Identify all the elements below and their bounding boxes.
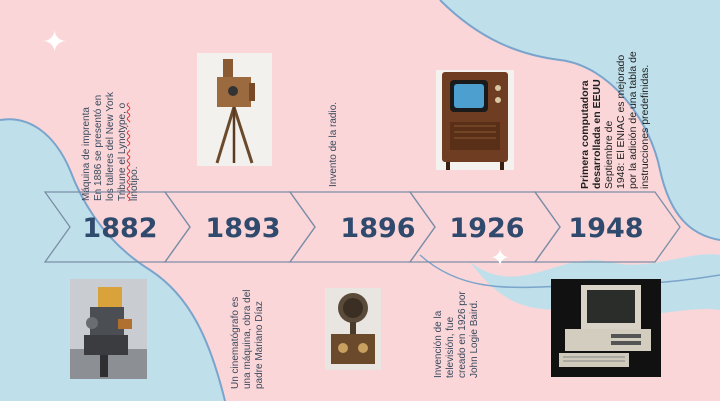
event-1948-text: Primera computadora desarrollada en EEUU… [579,51,651,189]
cinematograph-photo [197,53,272,166]
sparkle-icon: ✦ [42,26,68,59]
computer-photo [551,279,661,377]
television-photo [436,70,514,170]
year-1882: 1882 [82,213,157,244]
year-1896: 1896 [340,213,415,244]
radio-photo [325,288,381,370]
linotype-photo [70,279,147,379]
year-1926: 1926 [449,213,524,244]
sparkle-icon: ✦ [490,245,511,272]
year-1893: 1893 [205,213,280,244]
year-1948: 1948 [568,213,643,244]
event-1926-text: Invención de la televisión, fue creado e… [433,291,480,378]
event-1893-text: Un cinematógrafo es una máquina, obra de… [230,289,265,389]
event-1896-text: Invento de la radio. [328,101,339,187]
timeline-slide: 1882 1893 1896 1926 1948 ✦ ✦ Máquina de … [0,0,720,401]
event-1882-text: Máquina de imprenta En 1886 se presentó … [81,92,140,201]
